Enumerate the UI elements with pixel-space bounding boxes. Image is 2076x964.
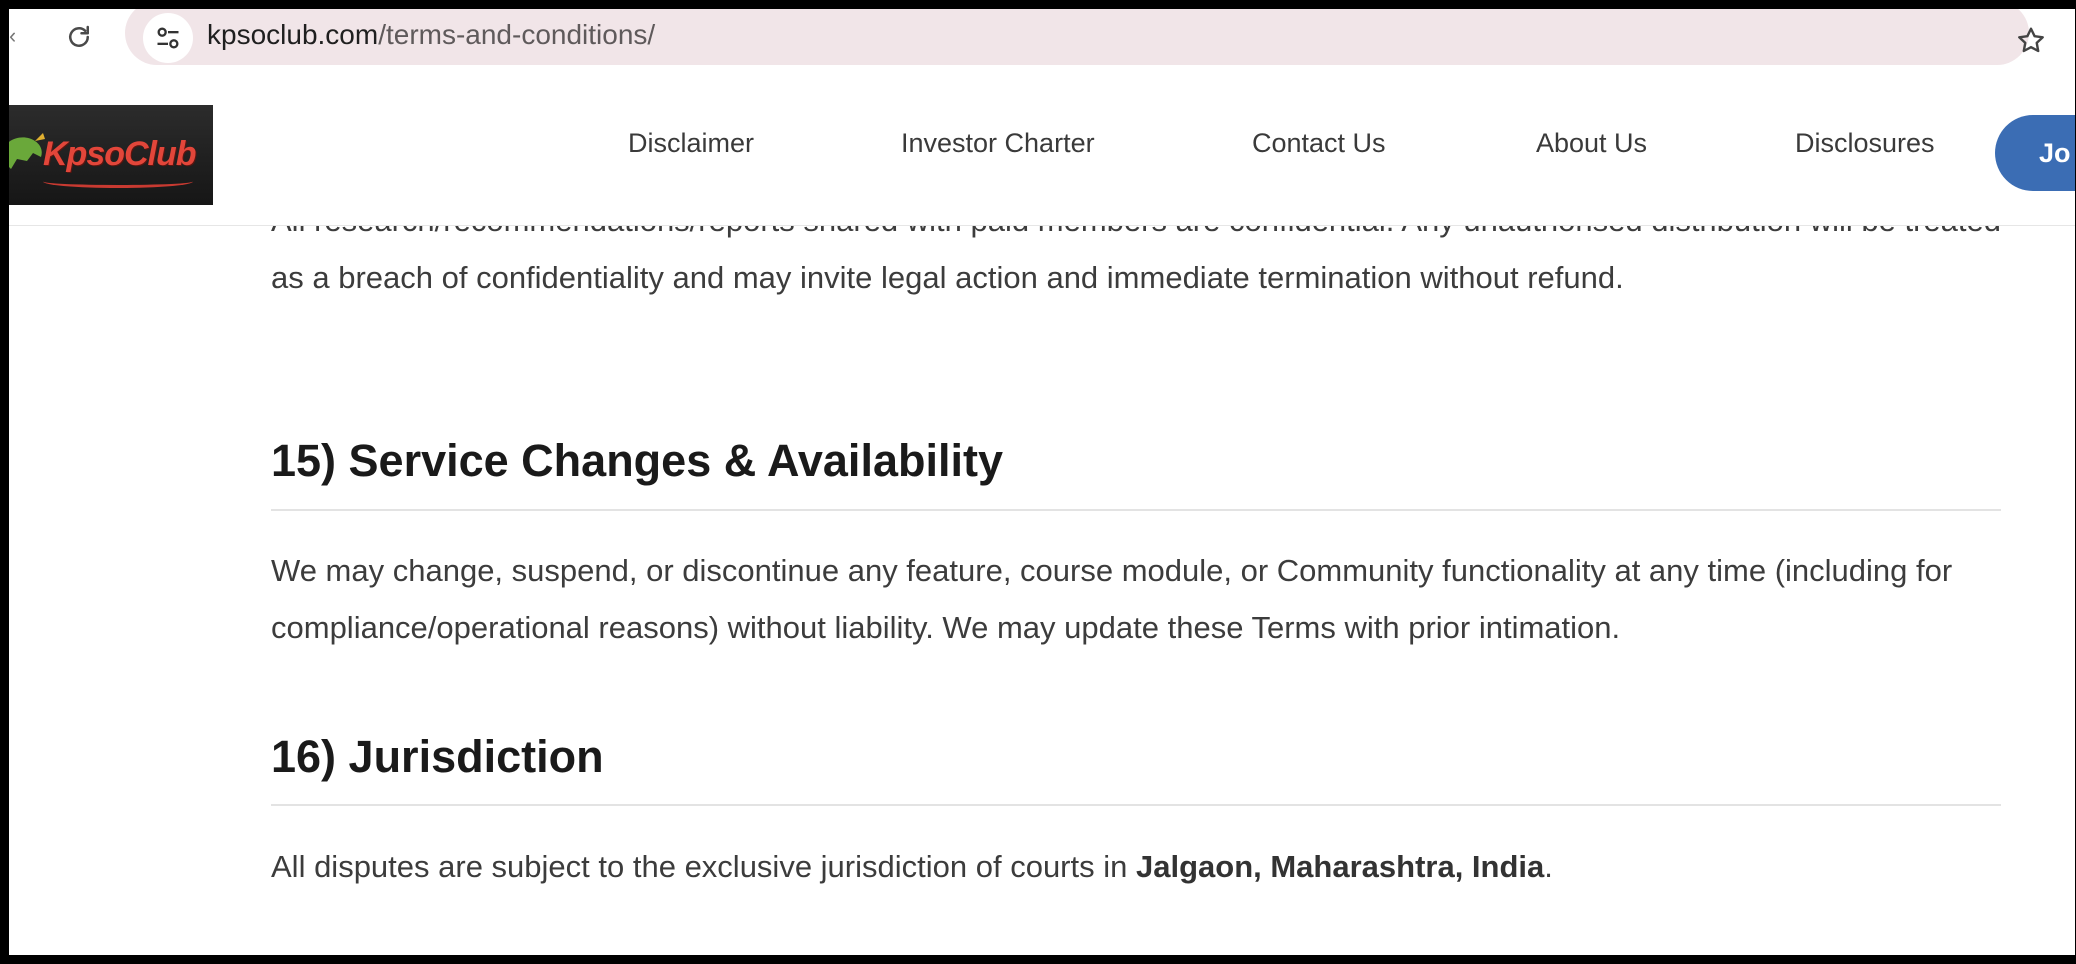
site-settings-icon[interactable] bbox=[143, 13, 193, 63]
jurisdiction-location: Jalgaon, Maharashtra, India bbox=[1135, 849, 1545, 884]
nav-about-us[interactable]: About Us bbox=[1536, 119, 1647, 167]
nav-disclosures[interactable]: Disclosures bbox=[1795, 119, 1935, 167]
bookmark-star-icon[interactable] bbox=[2009, 19, 2053, 63]
nav-contact-us[interactable]: Contact Us bbox=[1252, 119, 1386, 167]
site-header: KpsoClub Disclaimer Investor Charter Con… bbox=[9, 75, 2075, 226]
back-icon[interactable]: ‹ bbox=[9, 23, 15, 49]
section-16-body: All disputes are subject to the exclusiv… bbox=[271, 838, 2001, 895]
section-16-title: 16) Jurisdiction bbox=[271, 731, 604, 782]
join-button[interactable]: Jo bbox=[1995, 115, 2075, 191]
browser-toolbar: ‹ kpsoclub.com/terms-and-conditions/ bbox=[9, 9, 2075, 76]
reload-icon[interactable] bbox=[57, 15, 101, 59]
main-nav: Disclaimer Investor Charter Contact Us A… bbox=[9, 119, 2075, 167]
nav-disclaimer[interactable]: Disclaimer bbox=[628, 119, 754, 167]
section-15-body: We may change, suspend, or discontinue a… bbox=[271, 553, 1953, 645]
section-15-title: 15) Service Changes & Availability bbox=[271, 435, 1003, 486]
url-host: kpsoclub.com bbox=[207, 19, 379, 50]
logo-swoosh bbox=[43, 175, 193, 188]
section-16-body-text: All disputes are subject to the exclusiv… bbox=[271, 849, 1136, 884]
url-text[interactable]: kpsoclub.com/terms-and-conditions/ bbox=[207, 18, 655, 52]
address-bar[interactable]: kpsoclub.com/terms-and-conditions/ bbox=[125, 9, 2029, 65]
section-16-divider bbox=[271, 804, 2001, 806]
url-path: /terms-and-conditions/ bbox=[378, 19, 656, 50]
section-16-body-end: . bbox=[1544, 849, 1553, 884]
nav-investor-charter[interactable]: Investor Charter bbox=[901, 119, 1095, 167]
browser-window: ‹ kpsoclub.com/terms-and-conditions/ bbox=[9, 9, 2075, 955]
section-15-divider bbox=[271, 509, 2001, 511]
